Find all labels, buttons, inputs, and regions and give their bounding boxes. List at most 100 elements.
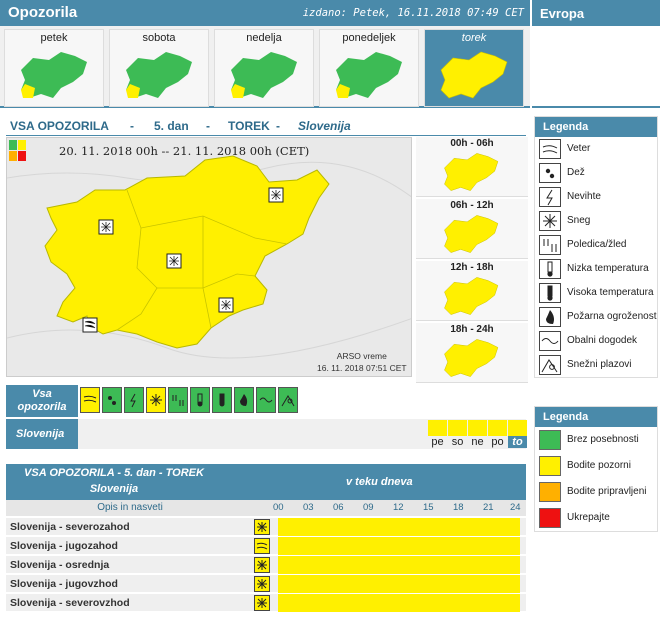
- day-label: nedelja: [246, 32, 282, 44]
- period-map-18-24[interactable]: 18h - 24h: [416, 323, 528, 383]
- table-row[interactable]: Slovenija - osrednja: [6, 556, 526, 574]
- day-abbr[interactable]: po: [488, 436, 507, 448]
- snow-icon: [539, 211, 561, 231]
- fire-icon[interactable]: [234, 387, 254, 413]
- snow-icon: [254, 576, 270, 592]
- hour-tick: 09: [363, 502, 374, 513]
- snow-icon: [254, 519, 270, 535]
- heading-sep: -: [130, 119, 134, 133]
- warning-map[interactable]: 20. 11. 2018 00h -- 21. 11. 2018 00h (CE…: [6, 137, 412, 377]
- heading-sep: -: [206, 119, 210, 133]
- period-map-00-06[interactable]: 00h - 06h: [416, 137, 528, 197]
- rain-icon[interactable]: [102, 387, 122, 413]
- all-warnings-tab[interactable]: Vsa opozorila: [6, 385, 78, 417]
- legend-label: Brez posebnosti: [567, 434, 639, 445]
- legend-label: Poledica/žled: [567, 239, 627, 250]
- region-name: Slovenija - severovzhod: [10, 597, 130, 609]
- legend-item: Brez posebnosti: [535, 427, 657, 453]
- day-card-petek[interactable]: petek: [4, 29, 104, 107]
- level-swatch: [539, 482, 561, 502]
- table-row[interactable]: Slovenija - severovzhod: [6, 594, 526, 612]
- warning-type-filters: [80, 385, 300, 417]
- coastal-icon: [539, 331, 561, 351]
- ice-icon[interactable]: [168, 387, 188, 413]
- day-card-torek[interactable]: torek: [424, 29, 524, 107]
- table-subtitle: Slovenija: [89, 483, 139, 495]
- day-label: petek: [40, 32, 68, 44]
- wind-icon: [254, 538, 270, 554]
- day-abbr[interactable]: ne: [468, 436, 487, 448]
- rain-icon: [539, 163, 561, 183]
- day-label: sobota: [142, 32, 176, 44]
- hour-tick: 18: [453, 502, 464, 513]
- day-label: torek: [461, 32, 487, 44]
- legend-item: Bodite pripravljeni: [535, 479, 657, 505]
- timeline-column-header: Opis in nasveti 00 03 06 09 12 15 18 21 …: [6, 500, 526, 516]
- legend-label: Požarna ogroženost: [567, 311, 657, 322]
- day-abbr[interactable]: pe: [428, 436, 447, 448]
- day-card-sobota[interactable]: sobota: [109, 29, 209, 107]
- description-header: Opis in nasveti: [97, 502, 163, 513]
- section-heading: VSA OPOZORILA - 5. dan - TOREK - Sloveni…: [6, 116, 526, 136]
- warning-bar: [278, 594, 520, 612]
- period-map-06-12[interactable]: 06h - 12h: [416, 199, 528, 259]
- legend-title: Legenda: [535, 117, 657, 137]
- table-row[interactable]: Slovenija - jugovzhod: [6, 575, 526, 593]
- coastal-icon[interactable]: [256, 387, 276, 413]
- snow-icon: [254, 557, 270, 573]
- legend-label: Dež: [567, 167, 585, 178]
- heading-part: TOREK: [228, 119, 270, 133]
- warning-bar: [278, 575, 520, 593]
- level-swatch: [539, 456, 561, 476]
- day-abbr[interactable]: so: [448, 436, 467, 448]
- legend-item: Požarna ogroženost: [535, 305, 657, 329]
- period-label: 18h - 24h: [450, 324, 494, 335]
- day-warning-cell[interactable]: [508, 420, 527, 436]
- europe-link[interactable]: Evropa: [532, 0, 660, 26]
- snow-icon[interactable]: [146, 387, 166, 413]
- legend-label: Nevihte: [567, 191, 601, 202]
- region-name: Slovenija - osrednja: [10, 559, 110, 571]
- period-label: 00h - 06h: [450, 138, 494, 149]
- level-swatch: [539, 430, 561, 450]
- legend-item: Dež: [535, 161, 657, 185]
- slovenia-map: [7, 140, 411, 359]
- period-map-12-18[interactable]: 12h - 18h: [416, 261, 528, 321]
- warning-bar: [278, 556, 520, 574]
- thunderstorm-icon[interactable]: [124, 387, 144, 413]
- legend-item: Ukrepajte: [535, 505, 657, 531]
- legend-label: Bodite pozorni: [567, 460, 631, 471]
- europe-panel: [532, 26, 660, 108]
- legend-label: Nizka temperatura: [567, 263, 649, 274]
- slovenia-mini-map: [231, 52, 297, 98]
- day-warning-cell[interactable]: [448, 420, 467, 436]
- day-abbr[interactable]: to: [508, 436, 527, 448]
- legend-label: Sneg: [567, 215, 591, 226]
- day-card-ponedeljek[interactable]: ponedeljek: [319, 29, 419, 107]
- legend-types: Legenda Veter Dež Nevihte Sneg Poledica/…: [534, 116, 658, 378]
- legend-item: Snežni plazovi: [535, 353, 657, 377]
- avalanche-icon: [539, 355, 561, 375]
- day-warning-cell[interactable]: [488, 420, 507, 436]
- region-name: Slovenija - jugovzhod: [10, 578, 118, 590]
- legend-item: Sneg: [535, 209, 657, 233]
- day-card-nedelja[interactable]: nedelja: [214, 29, 314, 107]
- legend-label: Ukrepajte: [567, 512, 610, 523]
- legend-levels: Legenda Brez posebnosti Bodite pozorni B…: [534, 406, 658, 532]
- issued-timestamp: izdano: Petek, 16.11.2018 07:49 CET: [302, 7, 524, 19]
- table-row[interactable]: Slovenija - jugozahod: [6, 537, 526, 555]
- avalanche-icon[interactable]: [278, 387, 298, 413]
- source-time: 16. 11. 2018 07:51 CET: [317, 363, 407, 373]
- table-title: VSA OPOZORILA - 5. dan - TOREK: [24, 467, 204, 479]
- day-warning-cell[interactable]: [428, 420, 447, 436]
- day-warning-cell[interactable]: [468, 420, 487, 436]
- wind-icon[interactable]: [80, 387, 100, 413]
- tab-label: opozorila: [17, 401, 67, 413]
- region-name: Slovenija - jugozahod: [10, 540, 118, 552]
- heading-part: 5. dan: [154, 119, 189, 133]
- legend-label: Obalni dogodek: [567, 335, 638, 346]
- high-temp-icon[interactable]: [212, 387, 232, 413]
- low-temp-icon[interactable]: [190, 387, 210, 413]
- map-source: ARSO vreme 16. 11. 2018 07:51 CET: [317, 350, 407, 374]
- table-row[interactable]: Slovenija - severozahod: [6, 518, 526, 536]
